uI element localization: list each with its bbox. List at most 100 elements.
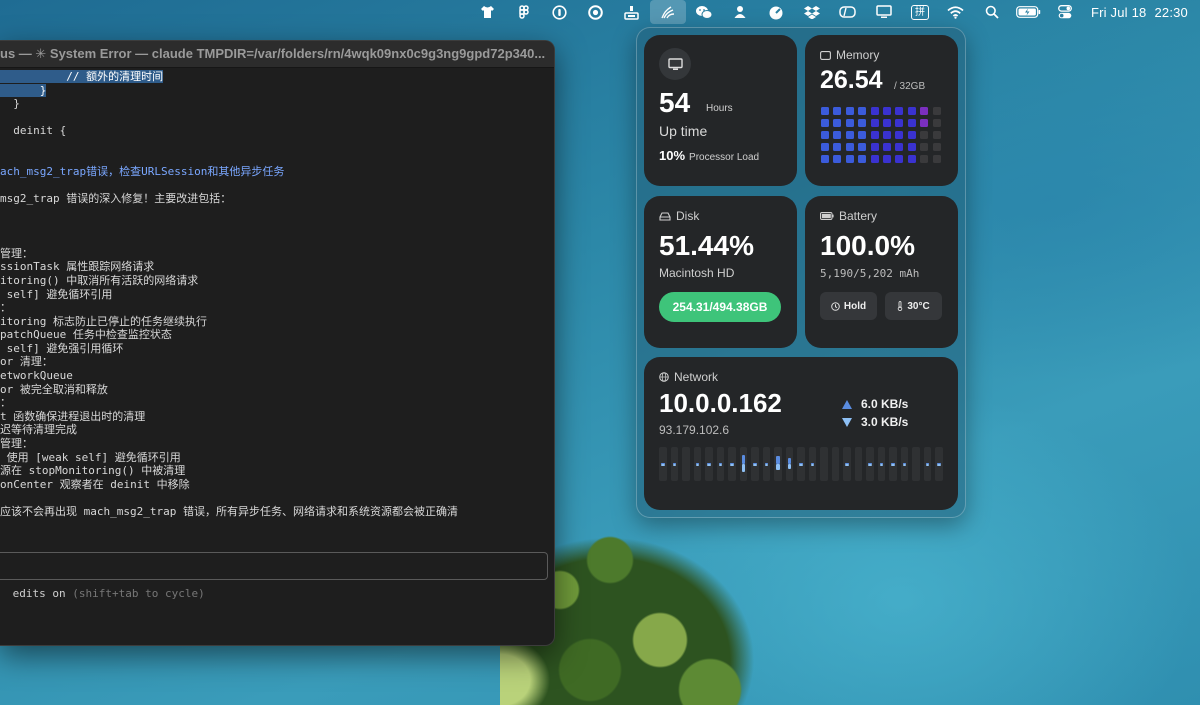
clock-time: 22:30 [1154,4,1188,20]
speedometer-icon[interactable] [758,0,794,24]
memory-cell [833,119,842,127]
figma-icon[interactable] [506,0,542,24]
terminal-title-bar[interactable]: us — ✳ System Error — claude TMPDIR=/var… [0,41,554,68]
download-arrow-icon [842,417,852,427]
terminal-line-text: or 被完全取消和释放 [0,382,108,396]
upload-rate: 6.0 KB/s [842,397,908,411]
terminal-line-text: msg2_trap 错误的深入修复！主要改进包括： [0,192,232,206]
terminal-line: onCenter 观察者在 deinit 中移除 [0,478,554,492]
battery-icon[interactable] [1010,0,1047,24]
processor-load: 10% Processor Load [659,148,759,163]
download-activity-mark [695,464,700,466]
terminal-line: 应该不会再出现 mach_msg2_trap 错误，所有异步任务、网络请求和系统… [0,505,554,519]
network-activity-bar [866,447,874,481]
user-icon[interactable] [722,0,758,24]
download-activity-mark [937,464,941,466]
terminal-line-text: patchQueue 任务中检查监控状态 [0,328,172,342]
download-rate: 3.0 KB/s [842,415,908,429]
clock-day: Fri Jul 18 [1090,4,1147,20]
network-activity-bar [682,447,690,481]
terminal-line: 管理： [0,437,554,451]
spotlight-icon[interactable] [974,0,1010,24]
memory-used: 26.54 [820,66,883,94]
prompt-input-box[interactable] [0,552,548,580]
terminal-output[interactable]: // 额外的清理时间 } } deinit {ach_msg2_trap错误，检… [0,68,554,519]
terminal-line-text: 应该不会再出现 mach_msg2_trap 错误，所有异步任务、网络请求和系统… [0,505,458,518]
control-center-icon[interactable] [1047,0,1083,24]
memory-icon [820,50,831,60]
memory-cell [858,143,867,151]
terminal-line: ： [0,396,554,410]
clock-icon [831,301,840,311]
memory-cell [920,155,929,163]
terminal-line: or 清理： [0,355,554,369]
disk-title: Disk [676,209,700,223]
battery-temp-chip[interactable]: 30°C [885,292,942,320]
memory-cell [870,107,879,115]
uptime-card[interactable]: 54 Hours Up time 10% Processor Load [644,35,797,186]
battery-card[interactable]: Battery 100.0% 5,190/5,202 mAh Hold 30°C [805,196,958,348]
download-activity-mark [753,464,757,466]
memory-cell [895,155,904,163]
public-ip: 93.179.102.6 [659,423,730,437]
battery-capacity: 5,190/5,202 mAh [820,267,920,280]
network-activity-bar [831,447,840,481]
memory-cell [932,143,941,151]
terminal-line: } [0,97,554,111]
mode-hint-main: edits on [6,587,73,600]
terminal-line-text: etworkQueue [0,369,73,383]
network-card[interactable]: Network 10.0.0.162 93.179.102.6 6.0 KB/s… [644,357,958,510]
memory-cell [821,155,829,163]
download-activity-mark [902,464,907,466]
cleanshot-icon[interactable] [830,0,866,24]
network-activity-bar [808,447,817,481]
terminal-line: self] 避免强引用循环 [0,342,554,356]
terminal-window[interactable]: us — ✳ System Error — claude TMPDIR=/var… [0,40,555,646]
memory-total: / 32GB [894,81,926,92]
download-activity-mark [810,464,815,466]
menu-bar-clock[interactable]: Fri Jul 18 22:30 [1083,0,1200,24]
memory-cell [895,119,904,127]
memory-cell [858,107,867,115]
dropbox-icon[interactable] [794,0,830,24]
menu-bar: 拼 Fri Jul 18 22:30 [0,0,1200,24]
input-method-icon[interactable]: 拼 [902,0,938,24]
download-activity-mark [764,464,769,466]
network-header: Network [659,370,718,384]
one-password-icon[interactable] [542,0,578,24]
upload-arrow-icon [842,399,852,409]
memory-cell [907,143,916,151]
battery-mode-chip[interactable]: Hold [820,292,877,320]
terminal-line: 源在 stopMonitoring() 中被清理 [0,464,554,478]
thermometer-icon [898,301,903,311]
network-activity-bar [693,447,702,481]
disk-percent: 51.44% [659,230,754,261]
record-icon[interactable] [578,0,614,24]
memory-cell [920,107,929,115]
shirt-icon[interactable] [470,0,506,24]
display-icon[interactable] [866,0,902,24]
download-rate-value: 3.0 KB/s [861,415,909,429]
battery-title: Battery [839,209,878,223]
dock-icon[interactable] [614,0,650,24]
terminal-line-text: } [0,83,47,97]
stats-icon[interactable] [649,0,686,24]
terminal-line: or 被完全取消和释放 [0,383,554,397]
network-activity-bar [877,447,886,481]
wifi-icon[interactable] [938,0,974,24]
memory-title: Memory [836,48,880,62]
network-title: Network [674,370,719,384]
terminal-line-text: onCenter 观察者在 deinit 中移除 [0,477,190,491]
wechat-icon[interactable] [686,0,722,24]
memory-grid [821,107,941,163]
download-activity-mark [741,464,746,472]
download-activity-mark [879,464,884,466]
terminal-line-text: self] 避免强引用循环 [0,341,124,355]
network-activity-bar [900,447,909,481]
memory-card[interactable]: Memory 26.54 / 32GB [805,35,958,186]
disk-card[interactable]: Disk 51.44% Macintosh HD 254.31/494.38GB [644,196,797,348]
